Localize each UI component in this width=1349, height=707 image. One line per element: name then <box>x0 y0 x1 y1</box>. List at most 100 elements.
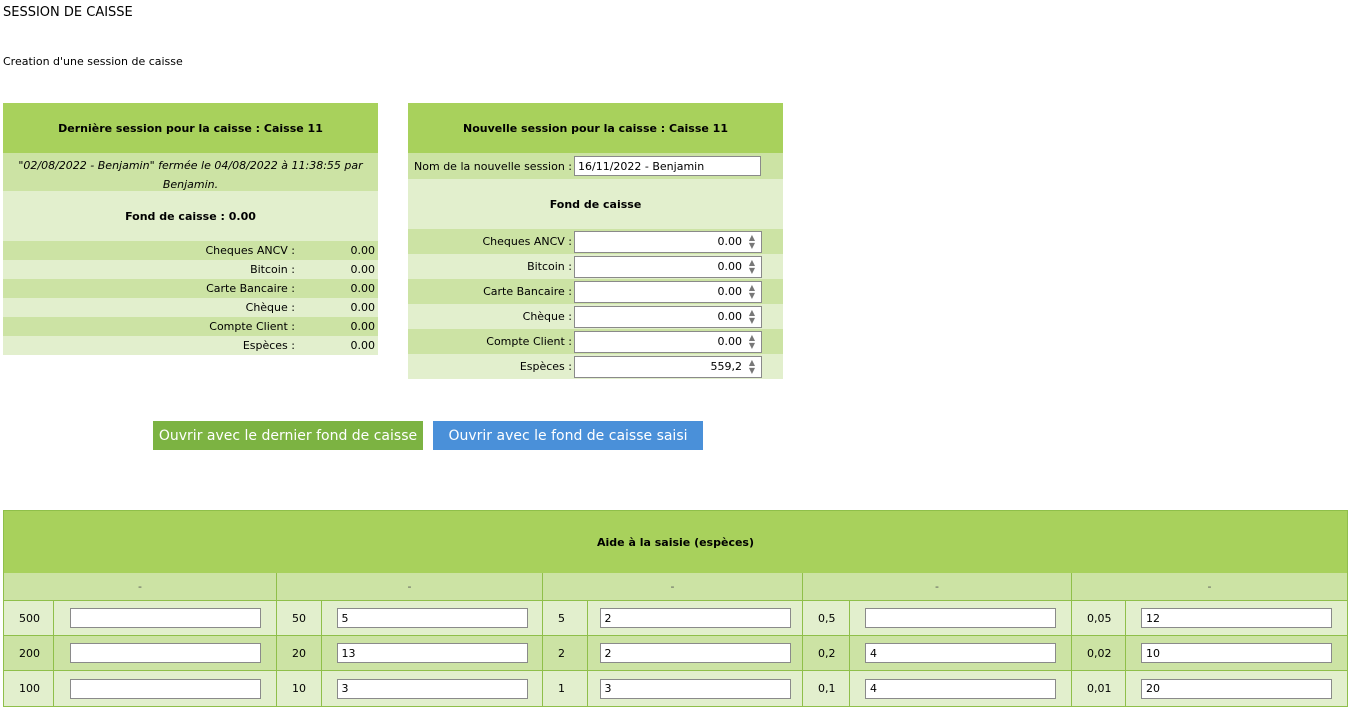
denomination-row: 0,1 4 <box>803 671 1071 706</box>
page-subtitle: Creation d'une session de caisse <box>3 55 183 68</box>
row-label: Cheques ANCV : <box>205 244 295 257</box>
row-label: Compte Client : <box>209 320 295 333</box>
row-label: Chèque : <box>522 310 572 323</box>
quantity-input[interactable]: 13 <box>336 643 528 663</box>
denomination-label: 0,02 <box>1072 636 1126 670</box>
spinner-icon[interactable]: ▲ ▼ <box>745 358 759 376</box>
open-with-last-fund-button[interactable]: Ouvrir avec le dernier fond de caisse <box>153 421 423 450</box>
page-title: SESSION DE CAISSE <box>3 5 133 20</box>
quantity-input[interactable]: 10 <box>1141 643 1332 663</box>
denomination-column: - 0,5 0,2 4 0,1 4 <box>803 573 1072 706</box>
denomination-row: 0,02 10 <box>1072 636 1347 671</box>
quantity-input[interactable]: 3 <box>599 678 791 699</box>
input-value: 0.00 <box>717 310 743 323</box>
carte-bancaire-input[interactable]: 0.00 ▲ ▼ <box>574 280 762 303</box>
cheques-ancv-input[interactable]: 0.00 ▲ ▼ <box>574 230 762 253</box>
quantity-input[interactable]: 2 <box>599 643 791 663</box>
denomination-row: 0,01 20 <box>1072 671 1347 706</box>
denomination-label: 10 <box>277 671 322 706</box>
new-session-name-row: Nom de la nouvelle session : 16/11/2022 … <box>408 153 783 179</box>
quantity-input[interactable] <box>69 678 261 699</box>
denomination-row: 500 <box>4 601 276 636</box>
column-header: - <box>4 573 276 601</box>
denomination-label: 0,1 <box>803 671 850 706</box>
spinner-icon[interactable]: ▲ ▼ <box>745 308 759 326</box>
row-label: Espèces : <box>242 339 295 352</box>
row-label: Bitcoin : <box>250 263 295 276</box>
denomination-label: 5 <box>543 601 588 635</box>
denomination-label: 0,2 <box>803 636 850 670</box>
last-row-cheques-ancv: Cheques ANCV : 0.00 <box>3 241 378 260</box>
denomination-row: 20 13 <box>277 636 542 671</box>
denomination-row: 50 5 <box>277 601 542 636</box>
new-row-cheque: Chèque :0.00 ▲ ▼ <box>408 304 783 329</box>
row-label: Carte Bancaire : <box>206 282 295 295</box>
column-header: - <box>803 573 1071 601</box>
quantity-input[interactable]: 12 <box>1141 608 1332 628</box>
column-header: - <box>1072 573 1347 601</box>
row-value: 0.00 <box>350 263 376 276</box>
cheque-input[interactable]: 0.00 ▲ ▼ <box>574 305 762 328</box>
row-label: Cheques ANCV : <box>482 235 572 248</box>
quantity-input[interactable]: 5 <box>336 608 528 628</box>
new-row-especes: Espèces :559,2 ▲ ▼ <box>408 354 783 379</box>
input-value: 0.00 <box>717 335 743 348</box>
new-session-name-input[interactable]: 16/11/2022 - Benjamin <box>574 156 761 176</box>
row-label: Compte Client : <box>486 335 572 348</box>
last-session-header: Dernière session pour la caisse : Caisse… <box>3 103 378 153</box>
last-row-carte-bancaire: Carte Bancaire : 0.00 <box>3 279 378 298</box>
spinner-icon[interactable]: ▲ ▼ <box>745 283 759 301</box>
quantity-input[interactable] <box>69 643 261 663</box>
quantity-input[interactable]: 2 <box>599 608 791 628</box>
denomination-row: 200 <box>4 636 276 671</box>
new-session-fund-label: Fond de caisse <box>408 179 783 229</box>
quantity-input[interactable]: 4 <box>865 643 1056 663</box>
last-row-bitcoin: Bitcoin : 0.00 <box>3 260 378 279</box>
quantity-input[interactable] <box>69 608 261 628</box>
denomination-row: 52 <box>543 601 802 636</box>
denomination-row: 22 <box>543 636 802 671</box>
column-header: - <box>543 573 802 601</box>
row-value: 0.00 <box>350 282 376 295</box>
denomination-column: - 52 22 13 <box>543 573 803 706</box>
new-session-panel: Nouvelle session pour la caisse : Caisse… <box>408 103 783 379</box>
spinner-icon[interactable]: ▲ ▼ <box>745 258 759 276</box>
new-row-compte-client: Compte Client :0.00 ▲ ▼ <box>408 329 783 354</box>
row-label: Espèces : <box>519 360 572 373</box>
spinner-icon[interactable]: ▲ ▼ <box>745 233 759 251</box>
row-value: 0.00 <box>350 244 376 257</box>
open-with-entered-fund-button[interactable]: Ouvrir avec le fond de caisse saisi <box>433 421 703 450</box>
denomination-label: 2 <box>543 636 588 670</box>
quantity-input[interactable]: 4 <box>865 678 1056 699</box>
quantity-input[interactable]: 3 <box>336 678 528 699</box>
column-header: - <box>277 573 542 601</box>
input-value: 0.00 <box>717 260 743 273</box>
spinner-icon[interactable]: ▲ ▼ <box>745 333 759 351</box>
quantity-input[interactable]: 20 <box>1141 678 1332 699</box>
denomination-row: 0,2 4 <box>803 636 1071 671</box>
denomination-column: - 500 200 100 <box>4 573 277 706</box>
last-session-panel: Dernière session pour la caisse : Caisse… <box>3 103 378 355</box>
new-row-carte-bancaire: Carte Bancaire :0.00 ▲ ▼ <box>408 279 783 304</box>
denomination-label: 20 <box>277 636 322 670</box>
row-value: 0.00 <box>350 339 376 352</box>
denomination-row: 0,5 <box>803 601 1071 636</box>
denomination-label: 50 <box>277 601 322 635</box>
denomination-row: 10 3 <box>277 671 542 706</box>
especes-input[interactable]: 559,2 ▲ ▼ <box>574 355 762 378</box>
denomination-row: 100 <box>4 671 276 706</box>
compte-client-input[interactable]: 0.00 ▲ ▼ <box>574 330 762 353</box>
row-value: 0.00 <box>350 320 376 333</box>
denomination-label: 200 <box>4 636 54 670</box>
denomination-column: - 0,05 12 0,02 10 0,01 20 <box>1072 573 1347 706</box>
bitcoin-input[interactable]: 0.00 ▲ ▼ <box>574 255 762 278</box>
last-row-cheque: Chèque : 0.00 <box>3 298 378 317</box>
denomination-label: 1 <box>543 671 588 706</box>
row-label: Bitcoin : <box>527 260 572 273</box>
input-value: 559,2 <box>710 360 743 373</box>
cash-entry-helper: Aide à la saisie (espèces) - 500 200 100… <box>3 510 1348 707</box>
last-row-especes: Espèces : 0.00 <box>3 336 378 355</box>
cash-helper-grid: - 500 200 100 - 50 5 20 13 10 3 - 52 22 13 … <box>4 573 1347 706</box>
quantity-input[interactable] <box>865 608 1056 628</box>
denomination-row: 0,05 12 <box>1072 601 1347 636</box>
